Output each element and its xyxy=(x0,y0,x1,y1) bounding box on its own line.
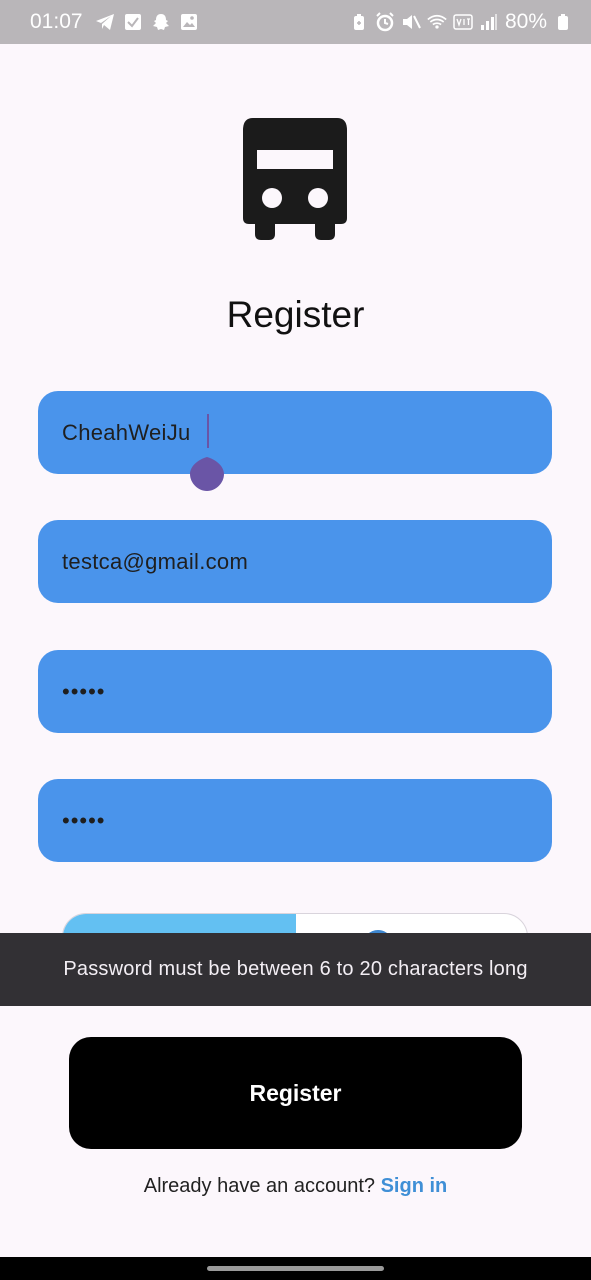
signin-link[interactable]: Sign in xyxy=(381,1175,448,1197)
check-box-icon xyxy=(123,12,143,32)
password-field[interactable]: ••••• xyxy=(38,650,552,733)
battery-saver-icon xyxy=(349,12,369,32)
status-right: 80% xyxy=(349,10,573,34)
register-button[interactable]: Register xyxy=(69,1037,522,1149)
signin-row: Already have an account? Sign in xyxy=(0,1175,591,1198)
snapchat-icon xyxy=(151,12,171,32)
page-title: Register xyxy=(226,294,365,335)
status-bar: 01:07 80% xyxy=(0,0,591,44)
text-cursor xyxy=(207,414,209,448)
status-time: 01:07 xyxy=(30,10,83,33)
signin-prompt: Already have an account? xyxy=(143,1175,376,1197)
confirm-password-field[interactable]: ••••• xyxy=(38,779,552,862)
username-field[interactable]: CheahWeiJu xyxy=(38,391,552,474)
cursor-handle-icon[interactable] xyxy=(190,451,224,491)
home-handle[interactable] xyxy=(207,1266,384,1271)
battery-percent: 80% xyxy=(504,10,547,33)
status-left: 01:07 xyxy=(30,10,199,34)
telegram-icon xyxy=(95,12,115,32)
email-field[interactable]: testca@gmail.com xyxy=(38,520,552,603)
battery-icon xyxy=(553,12,573,32)
navigation-bar xyxy=(0,1257,591,1280)
signal-icon xyxy=(479,12,499,32)
bus-icon xyxy=(243,118,347,240)
mute-icon xyxy=(401,12,421,32)
error-snackbar: Password must be between 6 to 20 charact… xyxy=(0,933,591,1006)
alarm-icon xyxy=(375,12,395,32)
wifi-icon xyxy=(427,12,447,32)
image-icon xyxy=(179,12,199,32)
volte-icon xyxy=(453,12,473,32)
